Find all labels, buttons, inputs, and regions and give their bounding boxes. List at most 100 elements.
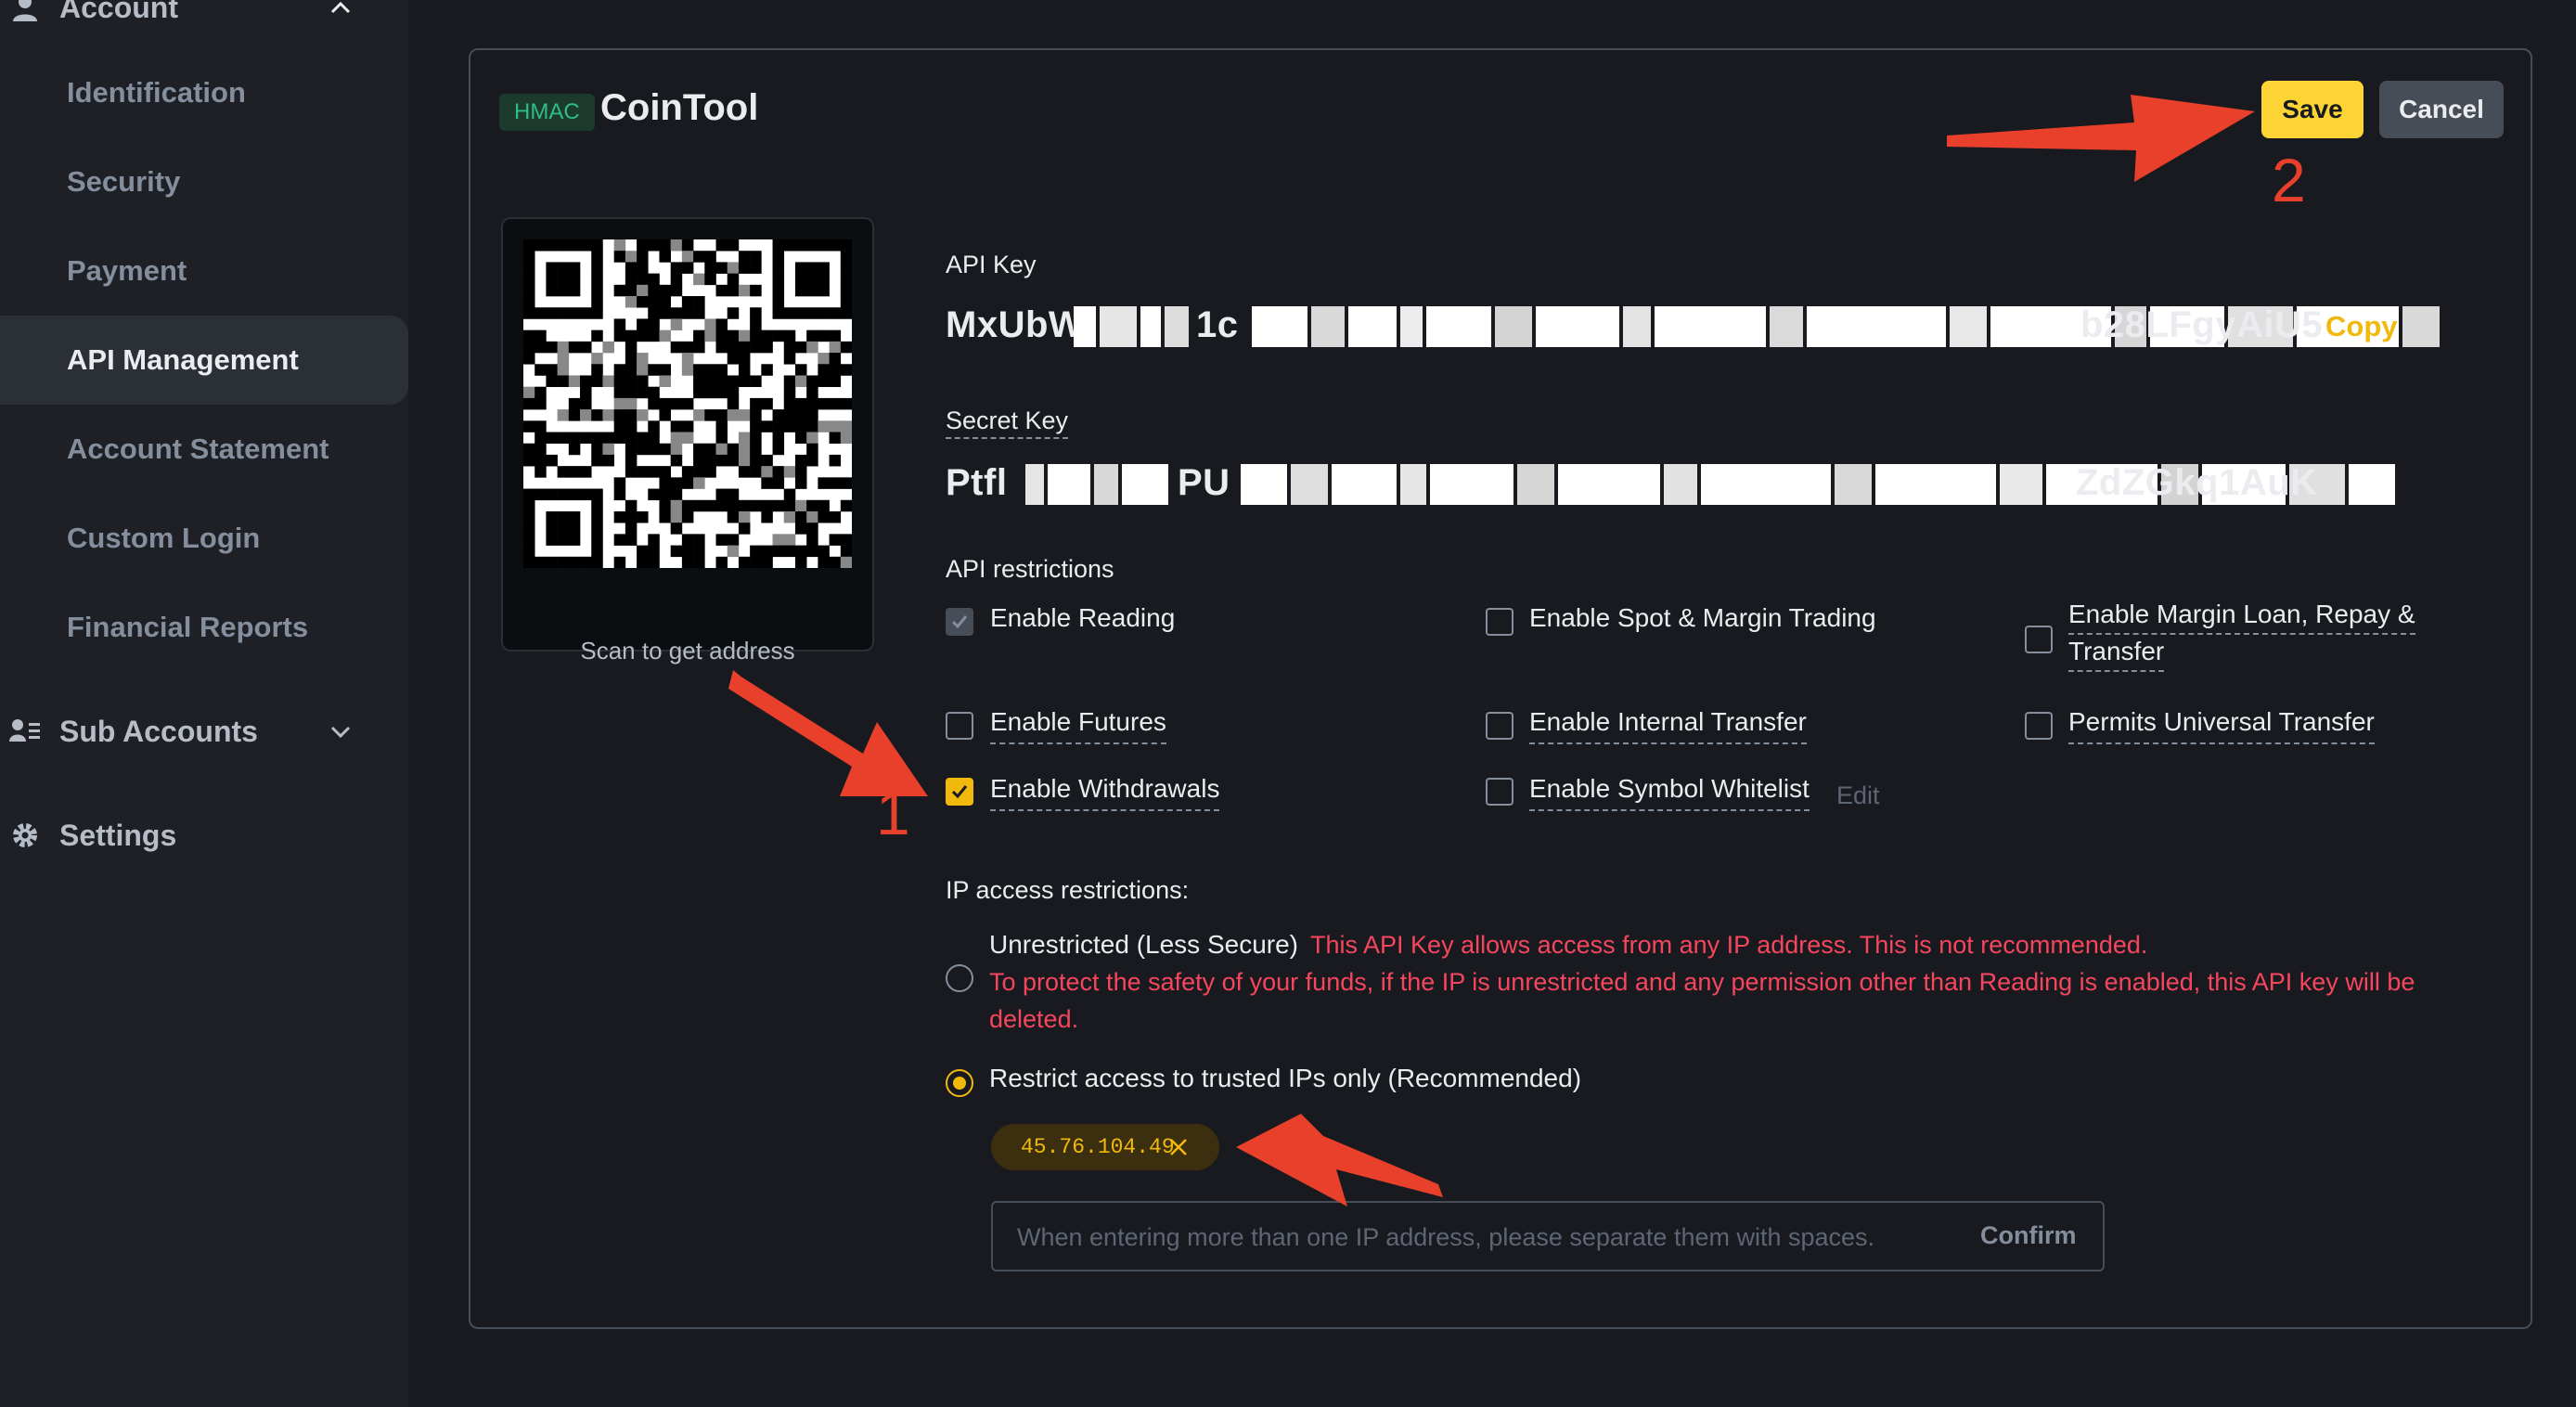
qr-module [557, 432, 570, 445]
qr-module [693, 329, 705, 342]
qr-module [738, 364, 751, 376]
close-icon[interactable] [1166, 1134, 1191, 1160]
qr-module [670, 420, 683, 432]
qr-module [602, 341, 614, 354]
restrict-trusted-ips-radio[interactable] [946, 1069, 973, 1097]
enable-spot-margin-checkbox[interactable] [1486, 608, 1513, 636]
qr-module [625, 296, 638, 308]
qr-module [637, 556, 649, 568]
qr-module [637, 273, 649, 286]
qr-module [783, 307, 796, 319]
qr-module [715, 375, 728, 387]
qr-module [625, 329, 638, 342]
qr-module [580, 488, 592, 501]
copy-api-key-link[interactable]: Copy [2325, 310, 2398, 343]
chevron-up-icon[interactable] [327, 0, 354, 21]
qr-module [806, 307, 818, 319]
qr-module [648, 443, 660, 456]
qr-module [829, 341, 842, 354]
permits-universal-transfer-checkbox[interactable] [2025, 712, 2053, 740]
sidebar-item-financial-reports[interactable]: Financial Reports [0, 583, 408, 672]
qr-module [546, 262, 558, 274]
secret-key-redaction-main [1241, 464, 2558, 505]
qr-module [681, 364, 694, 376]
qr-module [693, 375, 705, 387]
edit-symbol-whitelist-link[interactable]: Edit [1836, 781, 1880, 810]
qr-module [681, 432, 694, 445]
qr-module [829, 375, 842, 387]
qr-module [818, 307, 830, 319]
qr-module [546, 523, 558, 535]
qr-module [591, 443, 603, 456]
enable-reading-checkbox[interactable] [946, 608, 973, 636]
qr-module [670, 545, 683, 558]
qr-module [727, 239, 740, 252]
qr-module [818, 397, 830, 410]
qr-module [523, 488, 535, 501]
qr-module [840, 499, 852, 512]
qr-module [693, 251, 705, 263]
sidebar-item-api-management[interactable]: API Management [0, 316, 408, 405]
qr-module [613, 364, 626, 376]
qr-module [557, 375, 570, 387]
api-key-label: API Key [946, 251, 1037, 278]
annotation-step-1: 1 [876, 779, 910, 847]
save-button[interactable]: Save [2261, 81, 2363, 138]
qr-module [648, 397, 660, 410]
qr-module [670, 239, 683, 252]
enable-margin-loan-checkbox[interactable] [2025, 626, 2053, 653]
qr-module [625, 409, 638, 421]
qr-module [738, 284, 751, 297]
qr-module [750, 329, 762, 342]
sidebar-group-settings[interactable]: Settings [0, 807, 408, 863]
qr-module [783, 329, 796, 342]
qr-module [625, 432, 638, 445]
qr-module [546, 488, 558, 501]
qr-module [523, 239, 535, 252]
sidebar-item-account-statement[interactable]: Account Statement [0, 405, 408, 494]
enable-spot-margin-label: Enable Spot & Margin Trading [1529, 603, 1876, 632]
qr-module [523, 545, 535, 558]
sidebar-group-sub-accounts[interactable]: Sub Accounts [0, 704, 408, 759]
qr-module [625, 397, 638, 410]
qr-module [580, 239, 592, 252]
cancel-button[interactable]: Cancel [2379, 81, 2504, 138]
qr-module [625, 510, 638, 523]
qr-module [715, 329, 728, 342]
qr-module [523, 510, 535, 523]
sidebar-item-security[interactable]: Security [0, 137, 408, 226]
user-icon [9, 0, 41, 23]
qr-module [523, 284, 535, 297]
qr-module [783, 341, 796, 354]
qr-module [783, 545, 796, 558]
qr-module [637, 284, 649, 297]
enable-internal-transfer-checkbox[interactable] [1486, 712, 1513, 740]
sidebar-item-payment[interactable]: Payment [0, 226, 408, 316]
confirm-ip-button[interactable]: Confirm [1980, 1221, 2077, 1250]
qr-module [704, 262, 716, 274]
chevron-down-icon[interactable] [327, 717, 354, 745]
enable-symbol-whitelist-checkbox[interactable] [1486, 778, 1513, 806]
qr-module [613, 239, 626, 252]
qr-module [840, 556, 852, 568]
unrestricted-radio[interactable] [946, 964, 973, 992]
enable-futures-checkbox[interactable] [946, 712, 973, 740]
qr-module [840, 432, 852, 445]
qr-module [738, 556, 751, 568]
qr-module [818, 353, 830, 365]
qr-module [613, 510, 626, 523]
sidebar-group-account[interactable]: Account [0, 0, 408, 35]
qr-module [818, 329, 830, 342]
qr-module [659, 466, 671, 478]
sidebar-item-custom-login[interactable]: Custom Login [0, 494, 408, 583]
qr-module [523, 386, 535, 399]
ip-address-input[interactable] [1015, 1218, 1947, 1257]
qr-module [557, 556, 570, 568]
sidebar-item-identification[interactable]: Identification [0, 48, 408, 137]
qr-module [637, 239, 649, 252]
enable-withdrawals-checkbox[interactable] [946, 778, 973, 806]
qr-module [693, 386, 705, 399]
qr-module [772, 239, 785, 252]
qr-module [818, 262, 830, 274]
qr-module [840, 296, 852, 308]
